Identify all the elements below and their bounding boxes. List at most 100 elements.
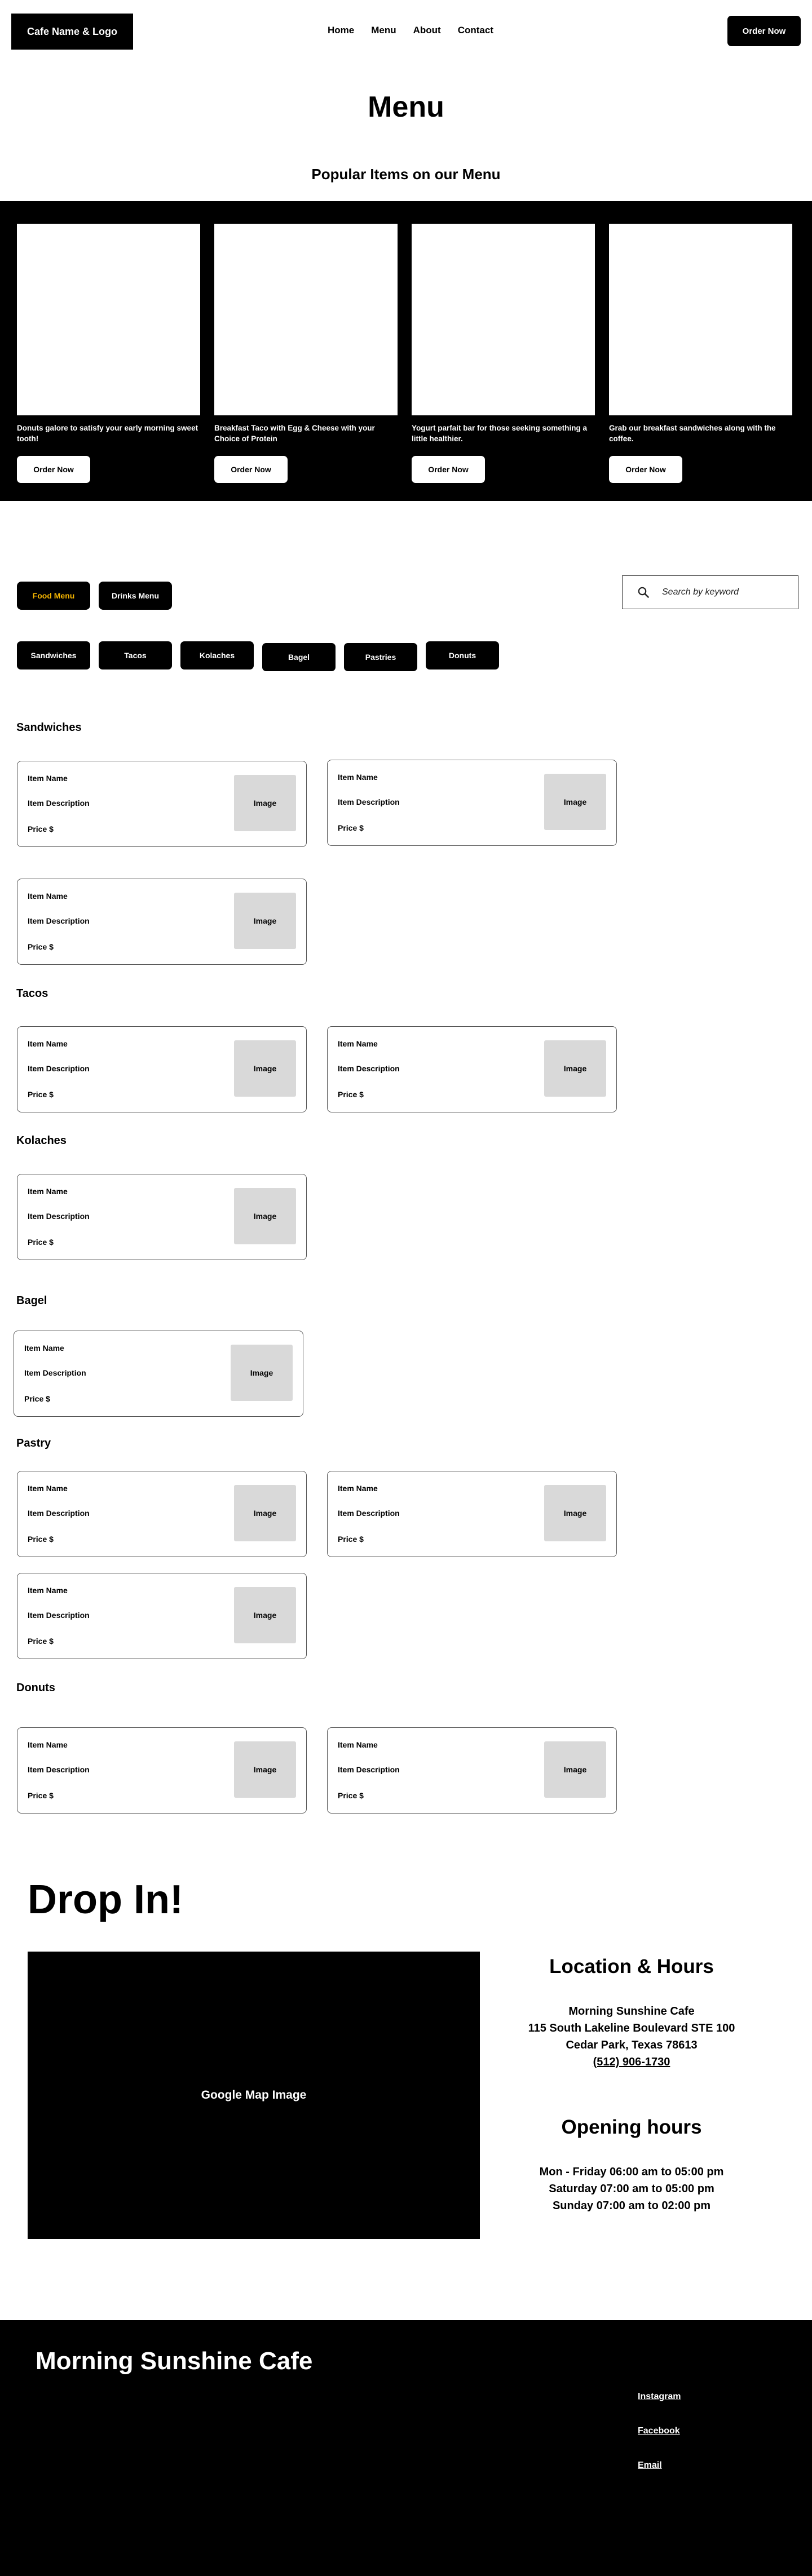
menu-item-card[interactable]: Item Name Item Description Price $ Image [17,1573,307,1659]
footer-instagram-link[interactable]: Instagram [638,2392,681,2402]
section-heading-sandwiches: Sandwiches [16,721,82,734]
section-heading-pastry: Pastry [16,1437,51,1449]
menu-item-card[interactable]: Item Name Item Description Price $ Image [327,760,617,846]
food-menu-button[interactable]: Food Menu [17,582,90,610]
item-description: Item Description [28,1212,90,1221]
item-name: Item Name [28,1039,68,1048]
item-price: Price $ [24,1394,50,1403]
item-price: Price $ [28,1238,54,1247]
popular-item-card: Breakfast Taco with Egg & Cheese with yo… [214,224,398,483]
popular-item-description: Donuts galore to satisfy your early morn… [17,424,198,443]
footer-facebook-link[interactable]: Facebook [638,2426,680,2436]
nav-home-link[interactable]: Home [328,25,354,36]
item-image: Image [544,1040,606,1097]
popular-item-card: Donuts galore to satisfy your early morn… [17,224,200,483]
menu-item-card[interactable]: Item Name Item Description Price $ Image [17,1727,307,1814]
search-icon [637,586,650,598]
item-image: Image [234,1741,296,1798]
item-price: Price $ [338,823,364,832]
nav-about-link[interactable]: About [413,25,441,36]
item-name: Item Name [338,773,378,782]
search-input[interactable]: Search by keyword [662,587,739,597]
location-heading: Location & Hours [549,1956,714,1978]
main-nav: Home Menu About Contact [328,25,493,36]
item-image: Image [234,1188,296,1244]
popular-item-order-button[interactable]: Order Now [17,456,90,483]
search-bar[interactable]: Search by keyword [622,575,798,609]
menu-item-card[interactable]: Item Name Item Description Price $ Image [17,1471,307,1557]
popular-item-description: Yogurt parfait bar for those seeking som… [412,424,588,443]
cafe-logo[interactable]: Cafe Name & Logo [11,14,133,50]
item-price: Price $ [28,1090,54,1099]
popular-item-order-button[interactable]: Order Now [412,456,485,483]
section-heading-bagel: Bagel [16,1294,47,1307]
address-line-1: 115 South Lakeline Boulevard STE 100 [528,2022,735,2034]
popular-item-card: Yogurt parfait bar for those seeking som… [412,224,595,483]
item-image: Image [234,775,296,831]
item-name: Item Name [28,892,68,901]
item-description: Item Description [28,916,90,925]
cafe-name: Morning Sunshine Cafe [568,2005,695,2018]
item-description: Item Description [28,1509,90,1518]
menu-item-card[interactable]: Item Name Item Description Price $ Image [327,1026,617,1112]
item-name: Item Name [28,1586,68,1595]
section-heading-kolaches: Kolaches [16,1134,67,1147]
item-price: Price $ [338,1535,364,1544]
item-name: Item Name [338,1740,378,1749]
header-order-now-button[interactable]: Order Now [727,16,801,46]
item-name: Item Name [28,774,68,783]
item-name: Item Name [28,1187,68,1196]
menu-item-card[interactable]: Item Name Item Description Price $ Image [17,1174,307,1260]
item-description: Item Description [28,1611,90,1620]
item-description: Item Description [28,799,90,808]
menu-item-card[interactable]: Item Name Item Description Price $ Image [17,879,307,965]
item-name: Item Name [28,1484,68,1493]
popular-item-image [609,224,792,415]
item-image: Image [544,1741,606,1798]
menu-item-card[interactable]: Item Name Item Description Price $ Image [327,1727,617,1814]
drop-in-heading: Drop In! [28,1877,183,1922]
item-image: Image [231,1345,293,1401]
popular-item-order-button[interactable]: Order Now [609,456,682,483]
item-name: Item Name [28,1740,68,1749]
item-description: Item Description [338,1765,400,1774]
hours-line: Saturday 07:00 am to 05:00 pm [549,2183,714,2195]
popular-items-section: Donuts galore to satisfy your early morn… [0,201,812,501]
popular-item-image [412,224,595,415]
drinks-menu-button[interactable]: Drinks Menu [99,582,172,610]
tab-tacos[interactable]: Tacos [99,641,172,670]
item-price: Price $ [28,942,54,951]
phone-link[interactable]: (512) 906-1730 [508,2054,756,2070]
nav-menu-link[interactable]: Menu [371,25,396,36]
footer-email-link[interactable]: Email [638,2460,662,2471]
item-image: Image [234,1587,296,1643]
tab-sandwiches[interactable]: Sandwiches [17,641,90,670]
popular-item-order-button[interactable]: Order Now [214,456,288,483]
menu-item-card[interactable]: Item Name Item Description Price $ Image [17,761,307,847]
page-title: Menu [368,91,444,123]
nav-contact-link[interactable]: Contact [458,25,493,36]
site-header: Cafe Name & Logo Home Menu About Contact… [0,0,812,63]
menu-item-card[interactable]: Item Name Item Description Price $ Image [14,1331,303,1417]
tab-bagel[interactable]: Bagel [262,643,336,671]
item-price: Price $ [28,1791,54,1800]
item-image: Image [234,1485,296,1541]
item-price: Price $ [338,1791,364,1800]
menu-item-card[interactable]: Item Name Item Description Price $ Image [17,1026,307,1112]
address-line-2: Cedar Park, Texas 78613 [566,2039,698,2051]
site-footer: Morning Sunshine Cafe Instagram Facebook… [0,2320,812,2576]
popular-item-image [214,224,398,415]
item-name: Item Name [338,1484,378,1493]
tab-pastries[interactable]: Pastries [344,643,417,671]
item-description: Item Description [338,1509,400,1518]
tab-kolaches[interactable]: Kolaches [180,641,254,670]
footer-cafe-name: Morning Sunshine Cafe [36,2347,313,2375]
item-image: Image [544,774,606,830]
item-name: Item Name [338,1039,378,1048]
map-placeholder[interactable]: Google Map Image [28,1952,480,2239]
section-heading-donuts: Donuts [16,1682,55,1694]
opening-hours: Opening hours Mon - Friday 06:00 am to 0… [508,2116,756,2214]
tab-donuts[interactable]: Donuts [426,641,499,670]
menu-item-card[interactable]: Item Name Item Description Price $ Image [327,1471,617,1557]
item-image: Image [234,1040,296,1097]
